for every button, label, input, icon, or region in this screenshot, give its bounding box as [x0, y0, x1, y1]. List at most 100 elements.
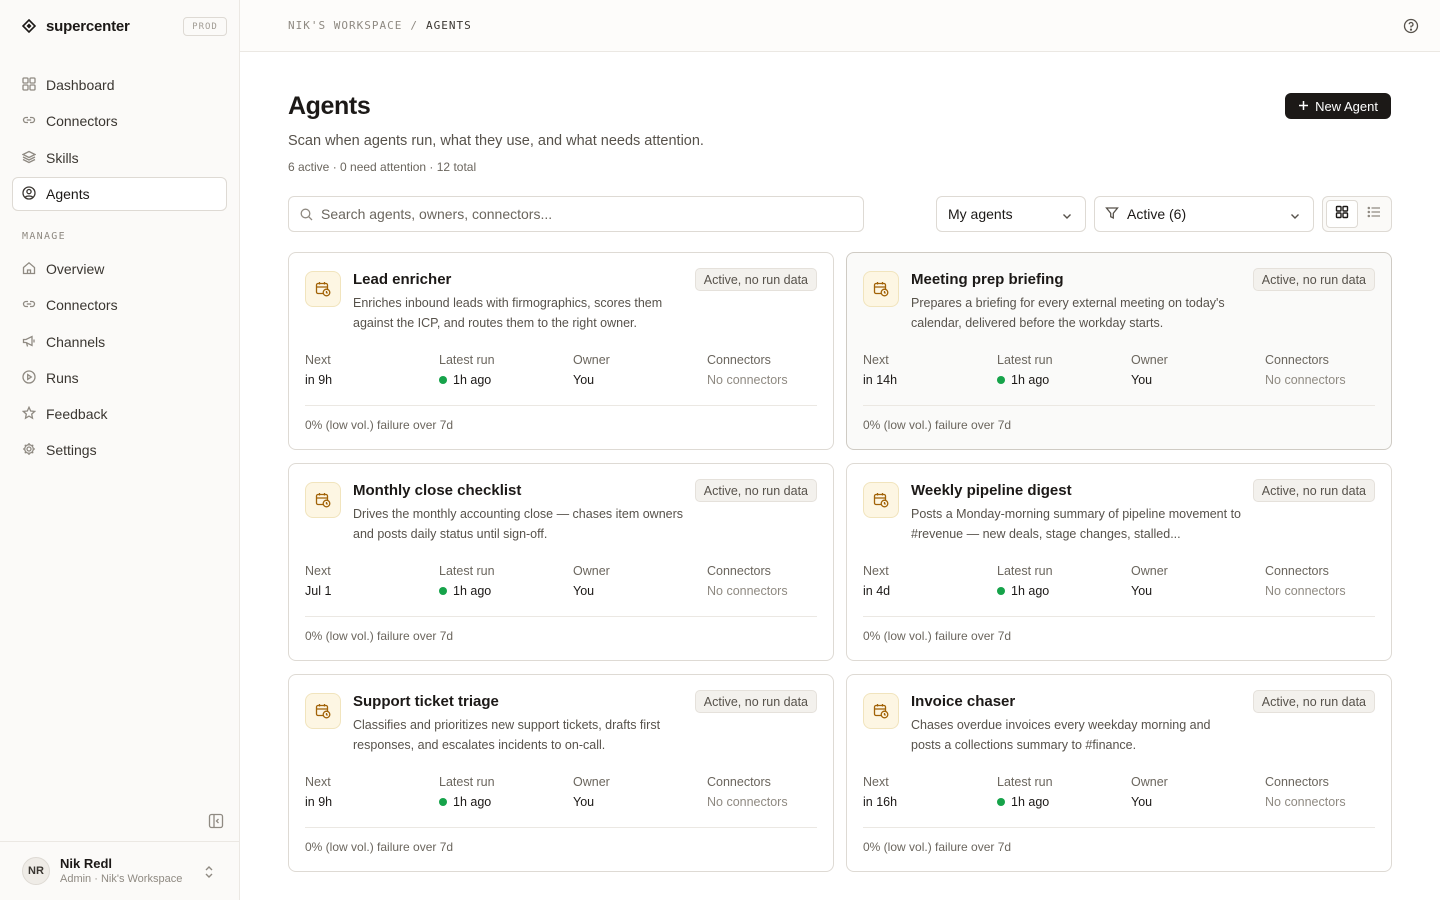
list-view-button[interactable] — [1358, 200, 1390, 228]
sidebar-item-label: Runs — [46, 370, 79, 386]
divider — [305, 616, 817, 617]
agent-card[interactable]: Weekly pipeline digest Active, no run da… — [846, 463, 1392, 661]
next-label: Next — [305, 775, 331, 789]
latest-run-value: 1h ago — [439, 584, 491, 598]
owner-label: Owner — [573, 564, 610, 578]
next-label: Next — [863, 775, 889, 789]
latest-run-label: Latest run — [997, 353, 1053, 367]
sidebar-item-manage-connectors[interactable]: Connectors — [12, 288, 227, 322]
latest-run-time: 1h ago — [453, 795, 492, 809]
sidebar-item-overview[interactable]: Overview — [12, 252, 227, 286]
latest-run-time: 1h ago — [453, 373, 492, 387]
play-circle-icon — [22, 369, 36, 387]
next-run-value: in 9h — [305, 795, 333, 809]
next-run-value: in 16h — [863, 795, 898, 809]
calendar-clock-icon — [305, 482, 341, 518]
owner-label: Owner — [1131, 775, 1168, 789]
run-status-dot — [997, 376, 1005, 384]
sidebar-item-dashboard[interactable]: Dashboard — [12, 68, 227, 102]
agent-status-badge: Active, no run data — [1252, 268, 1375, 291]
breadcrumb-workspace[interactable]: NIK'S WORKSPACE — [288, 19, 402, 32]
sidebar-item-label: Settings — [46, 442, 97, 458]
connectors-label: Connectors — [1265, 353, 1329, 367]
agent-description: Chases overdue invoices every weekday mo… — [911, 718, 1211, 752]
user-account-menu[interactable]: NR Nik Redl Admin · Nik's Workspace — [0, 841, 239, 900]
agent-card[interactable]: Meeting prep briefing Active, no run dat… — [846, 252, 1392, 450]
failure-rate-summary: 0% (low vol.) failure over 7d — [305, 418, 454, 432]
run-status-dot — [439, 587, 447, 595]
list-icon — [1367, 205, 1381, 224]
search-box — [288, 196, 864, 232]
sidebar-item-label: Connectors — [46, 113, 118, 129]
owner-value: You — [1131, 373, 1153, 387]
chevron-down-icon — [1061, 209, 1073, 225]
chevron-up-down-icon[interactable] — [202, 864, 216, 880]
sidebar-item-channels[interactable]: Channels — [12, 325, 227, 359]
connectors-value: No connectors — [707, 795, 788, 809]
owner-value: You — [1131, 795, 1153, 809]
sidebar-item-connectors[interactable]: Connectors — [12, 104, 227, 138]
sidebar-item-settings[interactable]: Settings — [12, 433, 227, 467]
agent-card[interactable]: Lead enricher Active, no run data Enrich… — [288, 252, 834, 450]
connectors-label: Connectors — [707, 775, 771, 789]
breadcrumb-separator: / — [410, 19, 418, 32]
latest-run-label: Latest run — [997, 564, 1053, 578]
sidebar-item-runs[interactable]: Runs — [12, 361, 227, 395]
agent-name: Lead enricher — [353, 271, 452, 288]
failure-rate-summary: 0% (low vol.) failure over 7d — [863, 418, 1012, 432]
failure-rate-summary: 0% (low vol.) failure over 7d — [305, 840, 454, 854]
gear-icon — [22, 442, 36, 459]
environment-badge: PROD — [183, 17, 227, 36]
owner-value: You — [573, 795, 595, 809]
help-icon[interactable] — [1403, 18, 1419, 34]
connectors-label: Connectors — [1265, 564, 1329, 578]
avatar: NR — [22, 857, 50, 885]
sidebar-item-label: Overview — [46, 261, 105, 277]
failure-rate-summary: 0% (low vol.) failure over 7d — [305, 629, 454, 643]
collapse-sidebar-icon[interactable] — [208, 813, 224, 829]
app-name: supercenter — [46, 17, 130, 35]
agent-name: Support ticket triage — [353, 693, 499, 710]
sidebar-item-label: Feedback — [46, 406, 108, 422]
run-status-dot — [439, 798, 447, 806]
latest-run-time: 1h ago — [1011, 373, 1050, 387]
agent-card[interactable]: Invoice chaser Active, no run data Chase… — [846, 674, 1392, 872]
plus-icon — [1298, 99, 1309, 114]
calendar-clock-icon — [305, 271, 341, 307]
calendar-clock-icon — [863, 271, 899, 307]
agent-card[interactable]: Monthly close checklist Active, no run d… — [288, 463, 834, 661]
owner-value: You — [573, 373, 595, 387]
sidebar-item-skills[interactable]: Skills — [12, 141, 227, 175]
sidebar-item-feedback[interactable]: Feedback — [12, 397, 227, 431]
owner-value: You — [1131, 584, 1153, 598]
chevron-down-icon — [1289, 209, 1301, 225]
calendar-clock-icon — [863, 693, 899, 729]
latest-run-time: 1h ago — [1011, 795, 1050, 809]
sidebar-item-label: Channels — [46, 334, 106, 350]
connectors-value: No connectors — [1265, 373, 1346, 387]
owner-filter-select[interactable]: My agents — [936, 196, 1086, 232]
divider — [863, 827, 1375, 828]
agent-description: Drives the monthly accounting close — ch… — [353, 507, 684, 541]
search-input[interactable] — [321, 197, 851, 231]
megaphone-icon — [22, 334, 36, 351]
sidebar-item-agents[interactable]: Agents — [12, 177, 227, 211]
status-filter-select[interactable]: Active (6) — [1094, 196, 1314, 232]
latest-run-label: Latest run — [997, 775, 1053, 789]
view-toggle — [1322, 196, 1392, 232]
agent-status-badge: Active, no run data — [694, 268, 817, 291]
owner-label: Owner — [573, 775, 610, 789]
agent-name: Invoice chaser — [911, 693, 1016, 710]
agent-card[interactable]: Support ticket triage Active, no run dat… — [288, 674, 834, 872]
home-icon — [22, 261, 36, 278]
breadcrumb: NIK'S WORKSPACE / AGENTS — [288, 19, 472, 32]
owner-label: Owner — [1131, 564, 1168, 578]
next-run-value: in 14h — [863, 373, 898, 387]
grid-view-button[interactable] — [1326, 200, 1358, 228]
failure-rate-summary: 0% (low vol.) failure over 7d — [863, 629, 1012, 643]
new-agent-button[interactable]: New Agent — [1285, 93, 1391, 119]
brand[interactable]: supercenter — [22, 16, 130, 36]
user-role-workspace: Admin · Nik's Workspace — [60, 873, 183, 885]
agent-stats-summary: 6 active · 0 need attention · 12 total — [288, 160, 477, 174]
sidebar-item-label: Connectors — [46, 297, 118, 313]
